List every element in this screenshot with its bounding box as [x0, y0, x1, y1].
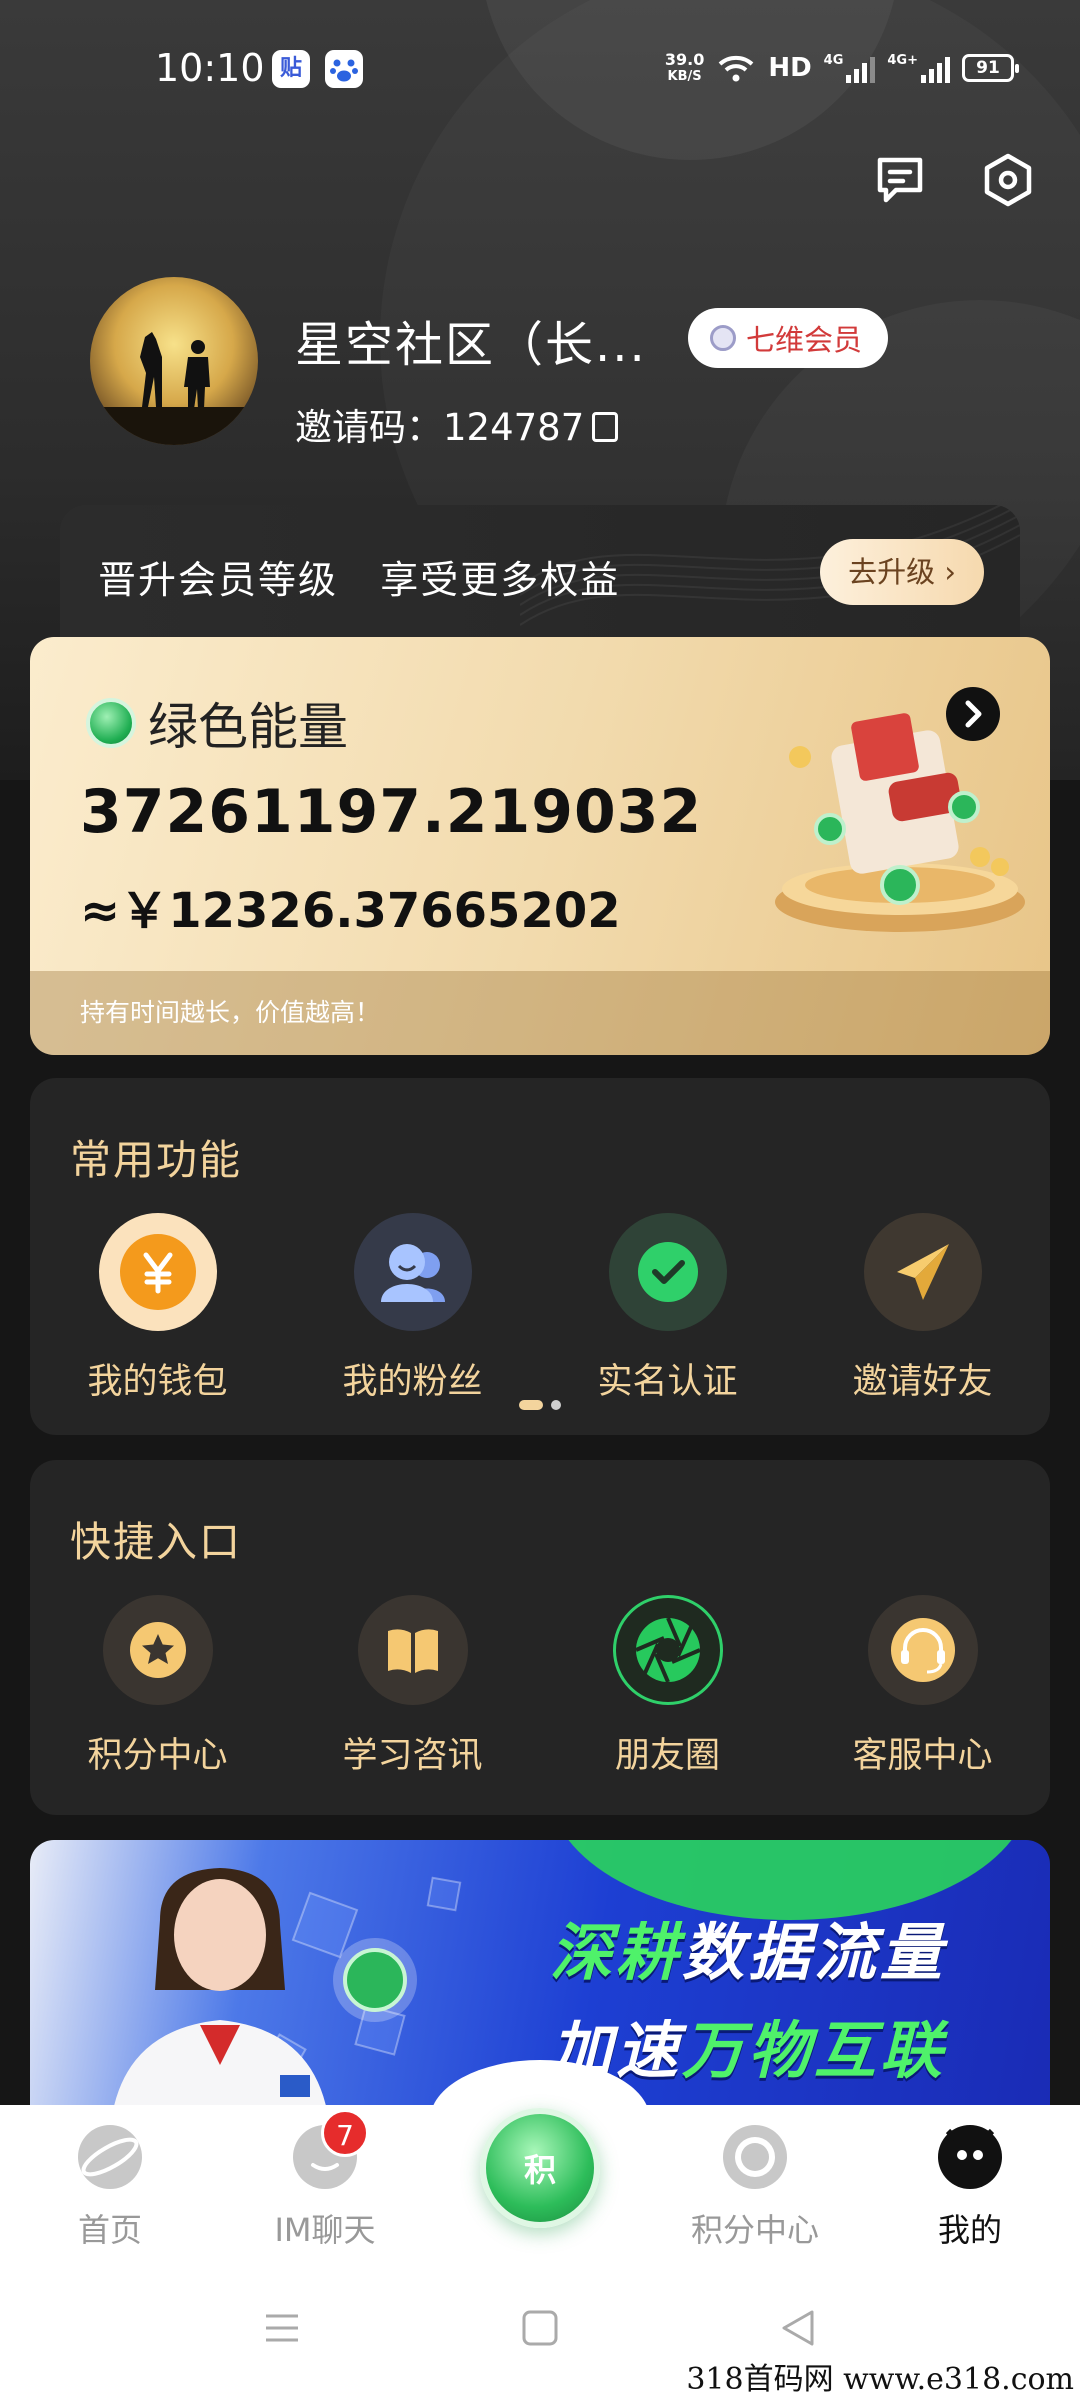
vip-badge[interactable]: 七维会员	[688, 308, 889, 368]
page-indicator	[30, 1400, 1050, 1410]
home-square-icon[interactable]	[520, 2308, 560, 2348]
wifi-icon	[718, 55, 754, 82]
copy-icon[interactable]	[592, 411, 619, 442]
baidu-paw-icon	[325, 50, 363, 88]
user-name: 星空社区（长...	[295, 317, 647, 373]
invite-friends-item[interactable]: 邀请好友	[795, 1213, 1050, 1404]
chat-unread-badge: 7	[321, 2109, 369, 2157]
signal-icon-2: 4G+	[887, 53, 950, 83]
settings-hexagon-icon	[984, 153, 1032, 207]
planet-icon	[78, 2125, 142, 2189]
points-icon	[723, 2125, 787, 2189]
study-news-item[interactable]: 学习咨讯	[285, 1595, 540, 1778]
back-triangle-icon[interactable]	[778, 2308, 818, 2348]
message-button[interactable]	[870, 150, 930, 210]
network-speed: 39.0 KB/S	[664, 50, 705, 84]
invite-friends-label: 邀请好友	[852, 1362, 993, 1402]
verify-item[interactable]: 实名认证	[540, 1213, 795, 1404]
upgrade-bar: 晋升会员等级 享受更多权益 去升级 ›	[60, 505, 1020, 645]
common-functions-grid: 我的钱包 我的粉丝 实名认证 邀请好友	[30, 1213, 1050, 1404]
points-center-label: 积分中心	[87, 1736, 228, 1776]
book-icon	[357, 1595, 468, 1705]
energy-title: 绿色能量	[86, 687, 348, 759]
tab-im-chat-label: IM聊天	[274, 2211, 376, 2249]
fans-item[interactable]: 我的粉丝	[285, 1213, 540, 1404]
status-bar: 10:10 贴 39.0 KB/S HD 4G 4G+ 91	[0, 40, 1080, 100]
headset-icon	[867, 1595, 978, 1705]
wallet-pedestal-illustration	[775, 713, 1025, 932]
chat-icon: 7	[293, 2109, 369, 2189]
verified-check-icon	[608, 1213, 727, 1331]
green-coin-icon	[86, 698, 136, 748]
status-icons: 39.0 KB/S HD 4G 4G+ 91	[664, 46, 1019, 90]
quick-entry-grid: 积分中心 学习咨讯 朋友圈 客服中心	[30, 1595, 1050, 1778]
signal-icon-1: 4G	[824, 53, 876, 83]
wallet-item[interactable]: 我的钱包	[30, 1213, 285, 1404]
invite-code-text: 邀请码：124787	[295, 406, 585, 449]
moments-label: 朋友圈	[614, 1736, 720, 1776]
vip-label: 七维会员	[746, 323, 863, 357]
tab-me-label: 我的	[937, 2211, 1002, 2249]
me-icon	[938, 2125, 1002, 2189]
settings-button[interactable]	[978, 150, 1038, 210]
upgrade-button[interactable]: 去升级 ›	[820, 539, 984, 605]
spokesperson-illustration	[110, 1868, 330, 2130]
horse-rider-silhouette-icon	[90, 332, 258, 445]
points-center-item[interactable]: 积分中心	[30, 1595, 285, 1778]
page-dot-active	[519, 1400, 543, 1410]
energy-value: 37261197.219032	[80, 777, 703, 847]
customer-service-item[interactable]: 客服中心	[795, 1595, 1050, 1778]
study-news-label: 学习咨讯	[342, 1736, 483, 1776]
tab-points-center[interactable]: 积分中心	[675, 2125, 835, 2251]
quick-entry-title: 快捷入口	[70, 1518, 242, 1566]
energy-footer-text: 持有时间越长，价值越高！	[30, 971, 1050, 1055]
moments-item[interactable]: 朋友圈	[540, 1595, 795, 1778]
battery-icon: 91	[962, 54, 1019, 82]
upgrade-text: 晋升会员等级 享受更多权益	[98, 558, 621, 602]
tieba-app-icon: 贴	[272, 50, 310, 88]
status-time: 10:10	[155, 46, 265, 90]
moments-aperture-icon	[612, 1595, 723, 1705]
common-functions-title: 常用功能	[70, 1136, 242, 1184]
star-icon	[102, 1595, 213, 1705]
quick-entry-section: 快捷入口 积分中心 学习咨讯 朋友圈 客服中心	[30, 1460, 1050, 1815]
fans-label: 我的粉丝	[342, 1362, 483, 1402]
paper-plane-icon	[863, 1213, 982, 1331]
tab-points-center-label: 积分中心	[690, 2211, 819, 2249]
message-icon	[877, 157, 923, 203]
center-points-icon: 积	[523, 2151, 556, 2189]
invite-code: 邀请码：124787	[295, 397, 619, 451]
avatar[interactable]	[90, 277, 258, 445]
tab-me[interactable]: 我的	[890, 2125, 1050, 2251]
menu-icon[interactable]	[262, 2308, 302, 2348]
green-energy-card[interactable]: 绿色能量 37261197.219032 ≈￥12326.37665202 持有…	[30, 637, 1050, 1055]
tab-home-label: 首页	[77, 2211, 142, 2249]
banner-line-1: 深耕数据流量	[550, 1916, 947, 1989]
common-functions-section: 常用功能 我的钱包 我的粉丝 实名认证 邀请好友	[30, 1078, 1050, 1435]
tab-home[interactable]: 首页	[30, 2125, 190, 2251]
tab-im-chat[interactable]: 7 IM聊天	[245, 2109, 405, 2251]
energy-cny-value: ≈￥12326.37665202	[80, 883, 621, 939]
page-dot	[551, 1400, 561, 1410]
wallet-label: 我的钱包	[87, 1362, 228, 1402]
wallet-yuan-icon	[98, 1213, 217, 1331]
verify-label: 实名认证	[597, 1362, 738, 1402]
watermark: 318首码网 www.e318.com	[686, 2354, 1074, 2398]
vip-gem-icon	[710, 325, 736, 351]
center-points-button[interactable]: 积	[480, 2108, 600, 2228]
fans-icon	[353, 1213, 472, 1331]
customer-service-label: 客服中心	[852, 1736, 993, 1776]
hd-indicator: HD	[768, 53, 812, 83]
